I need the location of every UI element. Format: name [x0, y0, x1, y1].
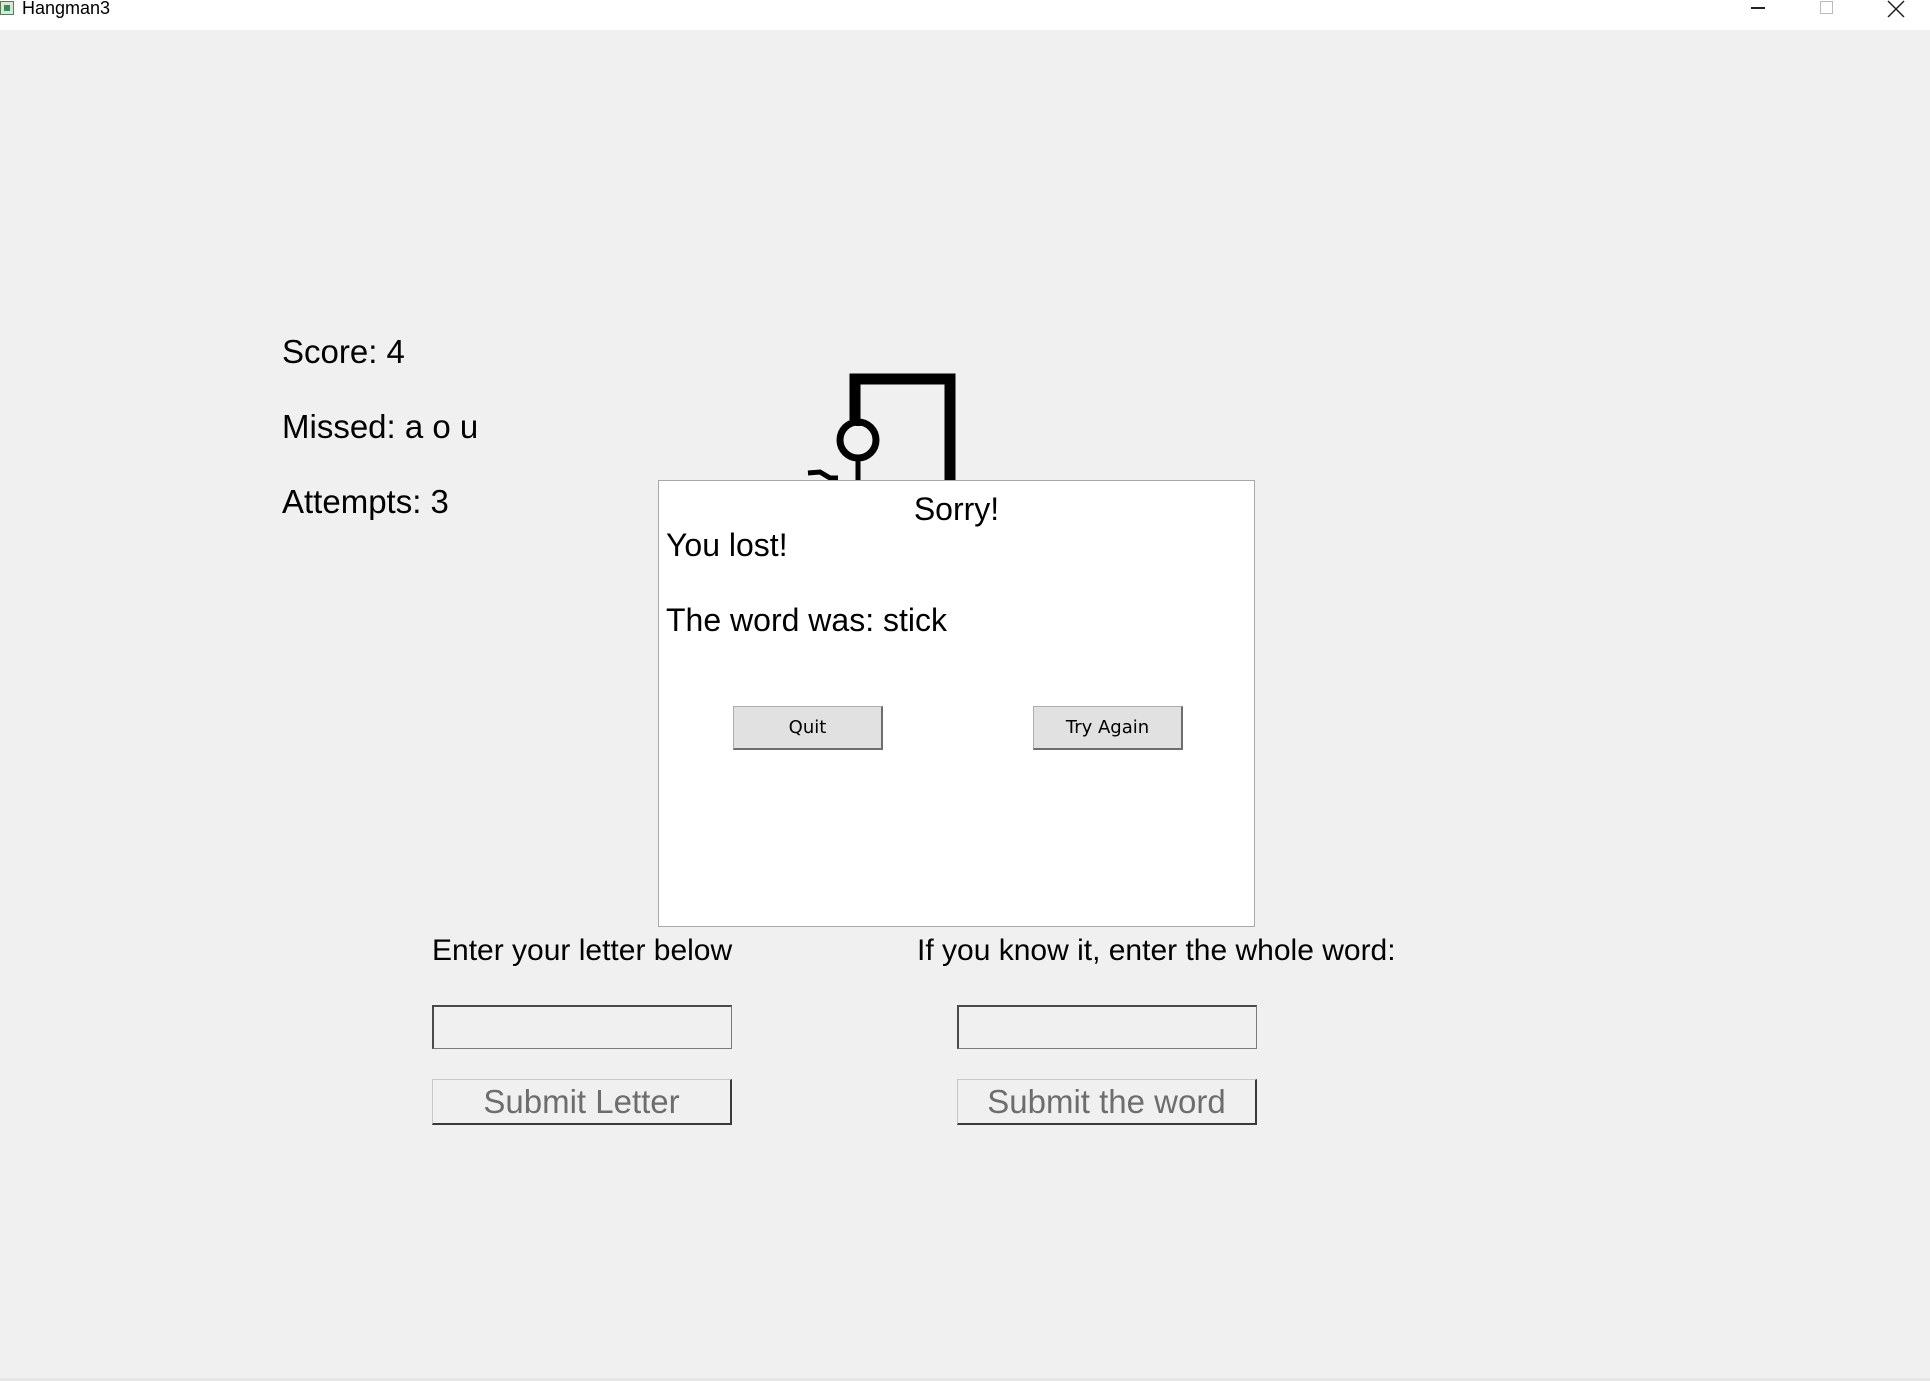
dialog-title: Sorry!	[913, 491, 1000, 527]
title-bar: Hangman3	[0, 0, 1930, 30]
window-title: Hangman3	[22, 0, 111, 18]
close-button[interactable]	[1862, 0, 1930, 30]
attempts-label: Attempts: 3	[282, 483, 449, 520]
gallows-frame	[849, 373, 956, 483]
dialog-message: You lost!	[666, 527, 788, 563]
letter-input[interactable]	[432, 1005, 732, 1049]
score-label: Score: 4	[282, 333, 405, 370]
app-icon	[0, 1, 14, 15]
word-input[interactable]	[957, 1005, 1257, 1049]
maximize-button[interactable]	[1792, 0, 1860, 30]
missed-letters-label: Missed: a o u	[282, 408, 479, 445]
word-reveal-text: The word was: stick	[666, 602, 947, 638]
minimize-icon	[1751, 7, 1765, 9]
submit-word-button[interactable]: Submit the word	[957, 1079, 1257, 1125]
hangman-arm	[807, 469, 838, 481]
close-icon	[1887, 0, 1905, 18]
word-entry-label: If you know it, enter the whole word:	[917, 934, 1396, 967]
game-over-dialog: Sorry! You lost! The word was: stick Qui…	[658, 480, 1255, 927]
maximize-icon	[1819, 1, 1833, 14]
hangman-head	[836, 418, 880, 462]
minimize-button[interactable]	[1724, 0, 1792, 30]
try-again-button[interactable]: Try Again	[1033, 706, 1183, 750]
quit-button[interactable]: Quit	[733, 706, 883, 750]
letter-entry-label: Enter your letter below	[432, 934, 733, 967]
submit-letter-button[interactable]: Submit Letter	[432, 1079, 732, 1125]
